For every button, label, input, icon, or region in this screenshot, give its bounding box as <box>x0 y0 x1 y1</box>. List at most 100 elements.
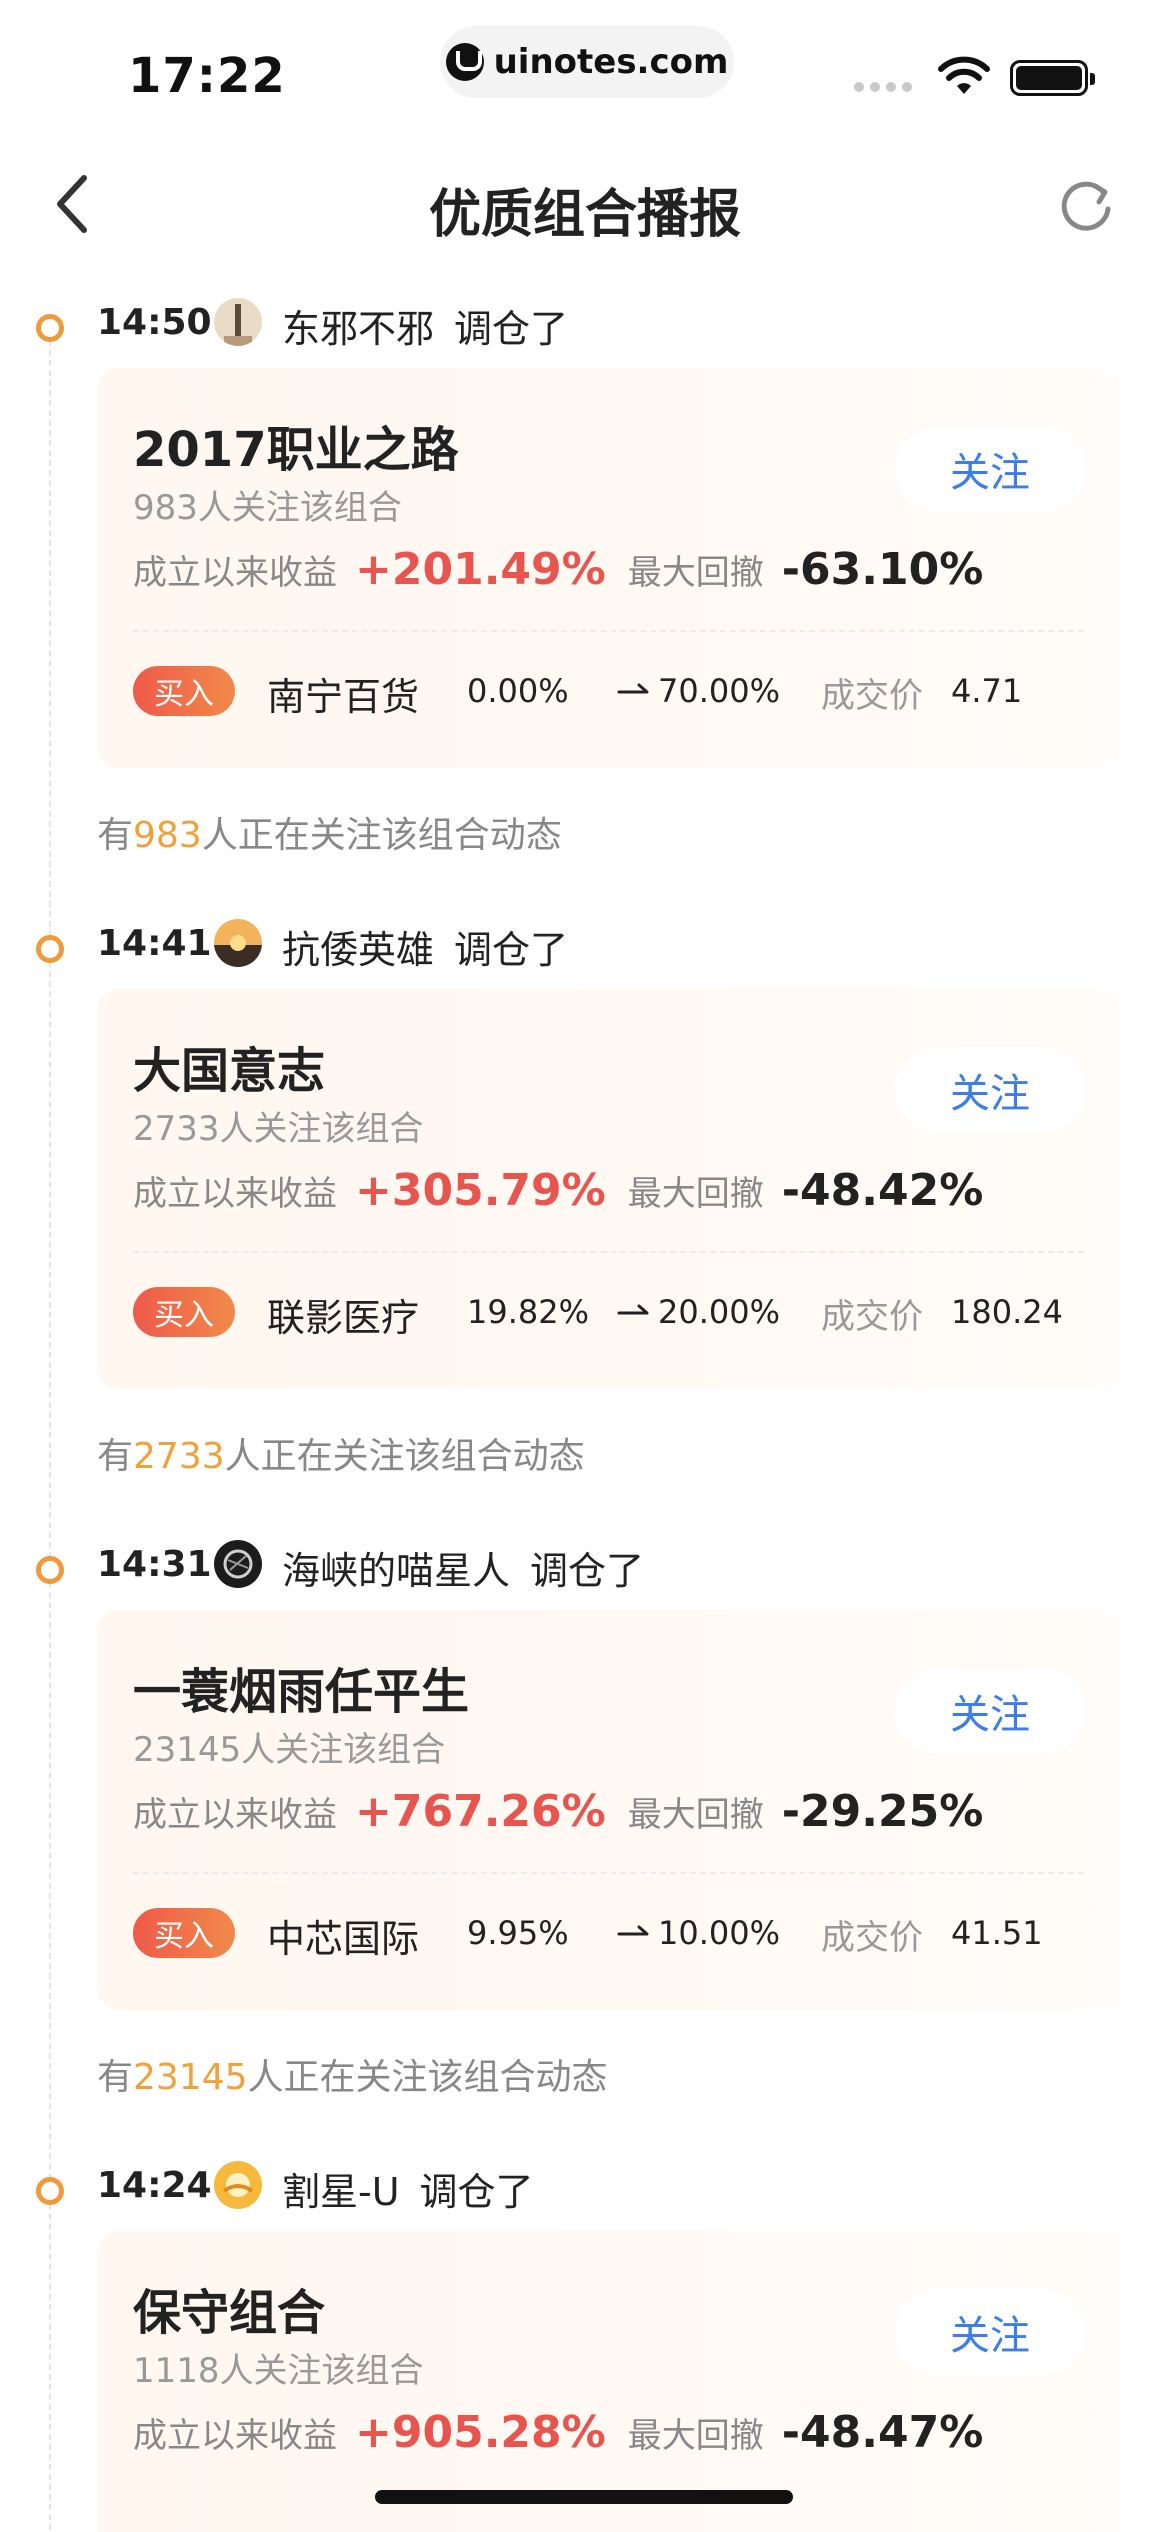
follow-button[interactable]: 关注 <box>895 2289 1085 2375</box>
portfolio-stats: 成立以来收益 +767.26% 最大回撤 -29.25% <box>133 1786 983 1846</box>
user-line: 抗倭英雄 调仓了 <box>282 919 568 974</box>
stock-name[interactable]: 联影医疗 <box>267 1287 419 1342</box>
stock-name[interactable]: 中芯国际 <box>267 1908 419 1963</box>
user-name[interactable]: 海峡的喵星人 <box>282 1549 510 1593</box>
return-label: 成立以来收益 <box>133 2416 337 2456</box>
nav-bar: 优质组合播报 <box>0 150 1170 260</box>
wifi-icon <box>938 56 990 94</box>
return-value: +905.28% <box>355 2407 606 2458</box>
position-from: 19.82% <box>467 1293 590 1331</box>
trade-row: 买入 联影医疗 19.82% 20.00% 成交价 180.24 <box>133 1283 1093 1343</box>
page-title: 优质组合播报 <box>428 185 741 245</box>
portfolio-name: 保守组合 <box>133 2285 326 2341</box>
user-line: 海峡的喵星人 调仓了 <box>282 1540 644 1595</box>
user-name[interactable]: 割星-U <box>282 2170 400 2214</box>
trade-row: 买入 中芯国际 9.95% 10.00% 成交价 41.51 <box>133 1904 1093 1964</box>
refresh-icon <box>1061 181 1111 231</box>
post-time: 14:24 <box>97 2165 212 2206</box>
portfolio-stats: 成立以来收益 +905.28% 最大回撤 -48.47% <box>133 2407 983 2467</box>
price-value: 180.24 <box>951 1293 1063 1331</box>
return-label: 成立以来收益 <box>133 553 337 593</box>
action-text: 调仓了 <box>454 307 569 351</box>
drawdown-value: -48.47% <box>781 2407 984 2458</box>
post-time: 14:31 <box>97 1544 212 1585</box>
trade-type-badge: 买入 <box>133 1908 235 1958</box>
avatar[interactable] <box>214 2161 262 2209</box>
drawdown-value: -48.42% <box>781 1165 984 1216</box>
portfolio-name: 大国意志 <box>133 1043 326 1099</box>
home-indicator[interactable] <box>375 2490 793 2504</box>
portfolio-card[interactable]: 2017职业之路 983人关注该组合 关注 成立以来收益 +201.49% 最大… <box>97 368 1120 768</box>
page: 17:22 uinotes.com 优质组合播报 14:50 东邪不邪 调仓了 … <box>0 0 1170 2532</box>
drawdown-value: -29.25% <box>781 1786 984 1837</box>
watch-line: 有983人正在关注该组合动态 <box>97 815 562 856</box>
drawdown-label: 最大回撤 <box>627 1174 764 1214</box>
watch-line: 有23145人正在关注该组合动态 <box>97 2057 608 2098</box>
site-logo-icon <box>445 43 484 81</box>
drawdown-label: 最大回撤 <box>627 2416 764 2456</box>
price-label: 成交价 <box>821 1918 923 1958</box>
follow-button[interactable]: 关注 <box>895 426 1085 512</box>
portfolio-stats: 成立以来收益 +201.49% 最大回撤 -63.10% <box>133 544 983 604</box>
trade-row: 买入 南宁百货 0.00% 70.00% 成交价 4.71 <box>133 662 1093 722</box>
position-to: 70.00% <box>658 672 781 710</box>
follow-button[interactable]: 关注 <box>895 1047 1085 1133</box>
portfolio-card[interactable]: 保守组合 1118人关注该组合 关注 成立以来收益 +905.28% 最大回撤 … <box>97 2231 1120 2532</box>
watch-line: 有2733人正在关注该组合动态 <box>97 1436 585 1477</box>
avatar[interactable] <box>214 1540 262 1588</box>
price-value: 4.71 <box>951 672 1023 710</box>
url-pill[interactable]: uinotes.com <box>440 26 734 98</box>
arrow-right-icon <box>617 1925 649 1936</box>
user-name[interactable]: 东邪不邪 <box>282 307 434 351</box>
return-value: +305.79% <box>355 1165 606 1216</box>
drawdown-value: -63.10% <box>781 544 984 595</box>
avatar[interactable] <box>214 298 262 346</box>
divider <box>133 630 1084 632</box>
arrow-right-icon <box>617 1304 649 1315</box>
action-text: 调仓了 <box>530 1549 645 1593</box>
follow-button[interactable]: 关注 <box>895 1668 1085 1754</box>
portfolio-name: 一蓑烟雨任平生 <box>133 1664 470 1720</box>
drawdown-label: 最大回撤 <box>627 1795 764 1835</box>
drawdown-label: 最大回撤 <box>627 553 764 593</box>
portfolio-card[interactable]: 大国意志 2733人关注该组合 关注 成立以来收益 +305.79% 最大回撤 … <box>97 989 1120 1389</box>
timeline-dot-icon <box>36 314 64 342</box>
action-text: 调仓了 <box>419 2170 534 2214</box>
timeline-dot-icon <box>36 1556 64 1584</box>
price-label: 成交价 <box>821 676 923 716</box>
arrow-right-icon <box>617 683 649 694</box>
timeline-dot-icon <box>36 2177 64 2205</box>
user-line: 东邪不邪 调仓了 <box>282 298 568 353</box>
watch-count: 23145 <box>133 2057 248 2098</box>
post-time: 14:41 <box>97 923 212 964</box>
portfolio-stats: 成立以来收益 +305.79% 最大回撤 -48.42% <box>133 1165 983 1225</box>
cellular-signal-icon <box>854 82 912 92</box>
watch-count: 983 <box>133 815 202 856</box>
portfolio-followers: 23145人关注该组合 <box>133 1730 446 1770</box>
portfolio-name: 2017职业之路 <box>133 422 459 478</box>
url-text: uinotes.com <box>493 42 729 82</box>
timeline-dot-icon <box>36 935 64 963</box>
return-value: +767.26% <box>355 1786 606 1837</box>
return-label: 成立以来收益 <box>133 1795 337 1835</box>
trade-type-badge: 买入 <box>133 1287 235 1337</box>
action-text: 调仓了 <box>454 928 569 972</box>
status-time: 17:22 <box>128 48 286 104</box>
refresh-button[interactable] <box>1055 176 1117 238</box>
portfolio-followers: 2733人关注该组合 <box>133 1109 424 1149</box>
watch-count: 2733 <box>133 1436 225 1477</box>
post-time: 14:50 <box>97 302 212 343</box>
avatar[interactable] <box>214 919 262 967</box>
position-to: 20.00% <box>658 1293 781 1331</box>
return-value: +201.49% <box>355 544 606 595</box>
battery-icon <box>1010 60 1095 96</box>
return-label: 成立以来收益 <box>133 1174 337 1214</box>
divider <box>133 1251 1084 1253</box>
stock-name[interactable]: 南宁百货 <box>267 666 419 721</box>
divider <box>133 1872 1084 1874</box>
trade-type-badge: 买入 <box>133 666 235 716</box>
user-name[interactable]: 抗倭英雄 <box>282 928 434 972</box>
position-from: 0.00% <box>467 672 569 710</box>
position-to: 10.00% <box>658 1914 781 1952</box>
portfolio-card[interactable]: 一蓑烟雨任平生 23145人关注该组合 关注 成立以来收益 +767.26% 最… <box>97 1610 1120 2010</box>
